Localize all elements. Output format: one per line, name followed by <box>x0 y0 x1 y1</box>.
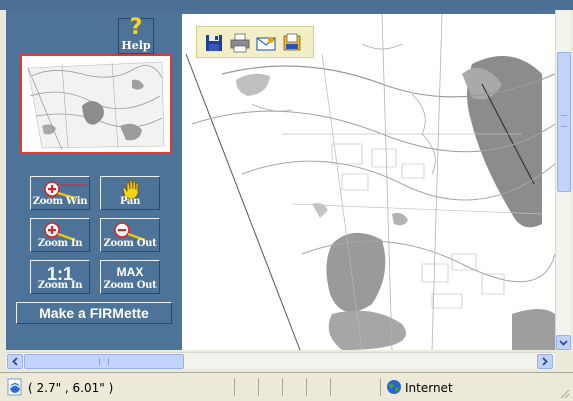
status-coordinates: ( 2.7" , 6.01" ) <box>28 381 114 395</box>
email-button[interactable] <box>255 32 277 54</box>
zoom-in-button[interactable]: Zoom In <box>30 218 90 252</box>
help-icon: ? <box>129 15 143 40</box>
overview-map[interactable] <box>20 54 172 154</box>
zoom-window-button[interactable]: Zoom Win <box>30 176 90 210</box>
chevron-down-icon <box>559 340 568 346</box>
pan-label: Pan <box>119 196 141 207</box>
map-view[interactable] <box>182 14 555 350</box>
horizontal-scroll-thumb[interactable] <box>24 354 184 369</box>
security-zone-label: Internet <box>405 381 453 395</box>
max-zoom-out-button[interactable]: MAX Zoom Out <box>100 260 160 294</box>
status-separator <box>306 378 307 396</box>
one-to-one-label: Zoom In <box>37 280 83 291</box>
make-firmette-button[interactable]: Make a FIRMette <box>16 302 172 324</box>
zoom-out-button[interactable]: Zoom Out <box>100 218 160 252</box>
scroll-down-button[interactable] <box>556 335 571 350</box>
export-button[interactable] <box>281 32 303 54</box>
status-separator <box>258 378 259 396</box>
status-separator <box>330 378 331 396</box>
overview-map-image <box>22 56 170 152</box>
status-bar: ( 2.7" , 6.01" ) Internet <box>0 372 573 401</box>
max-zoom-out-label: Zoom Out <box>103 280 157 291</box>
export-icon <box>283 33 301 51</box>
map-toolbar <box>196 26 314 58</box>
save-button[interactable] <box>203 32 225 54</box>
flood-map-image <box>182 14 555 350</box>
zoom-window-label: Zoom Win <box>32 196 88 207</box>
zoom-one-to-one-button[interactable]: 1:1 Zoom In <box>30 260 90 294</box>
left-panel: ? Help Zoom Win Pan Zoom In Zoom Out 1:1… <box>6 10 178 350</box>
map-frame <box>178 10 555 350</box>
scroll-right-button[interactable] <box>537 354 553 369</box>
chevron-right-icon <box>542 357 548 366</box>
zoom-out-label: Zoom Out <box>103 238 157 249</box>
top-strip <box>0 0 573 10</box>
email-icon <box>256 37 276 51</box>
save-icon <box>206 35 222 51</box>
resize-grip-icon[interactable] <box>558 387 570 399</box>
scrollbar-corner <box>555 352 573 369</box>
ie-page-icon <box>7 378 22 396</box>
print-button[interactable] <box>229 32 251 54</box>
chevron-left-icon <box>12 357 18 366</box>
globe-icon <box>387 380 401 394</box>
help-button[interactable]: ? Help <box>118 15 154 54</box>
pan-button[interactable]: Pan <box>100 176 160 210</box>
status-separator <box>234 378 235 396</box>
horizontal-scrollbar[interactable] <box>6 352 555 369</box>
scroll-left-button[interactable] <box>7 354 23 369</box>
help-label: Help <box>121 39 151 52</box>
grip-icon <box>99 358 109 365</box>
print-icon <box>230 33 250 53</box>
max-text: MAX <box>116 265 144 279</box>
grip-icon <box>561 115 567 127</box>
status-separator <box>380 378 381 396</box>
vertical-scrollbar[interactable] <box>555 10 571 350</box>
vertical-scroll-thumb[interactable] <box>557 52 571 192</box>
status-separator <box>282 378 283 396</box>
zoom-in-label: Zoom In <box>37 238 83 249</box>
